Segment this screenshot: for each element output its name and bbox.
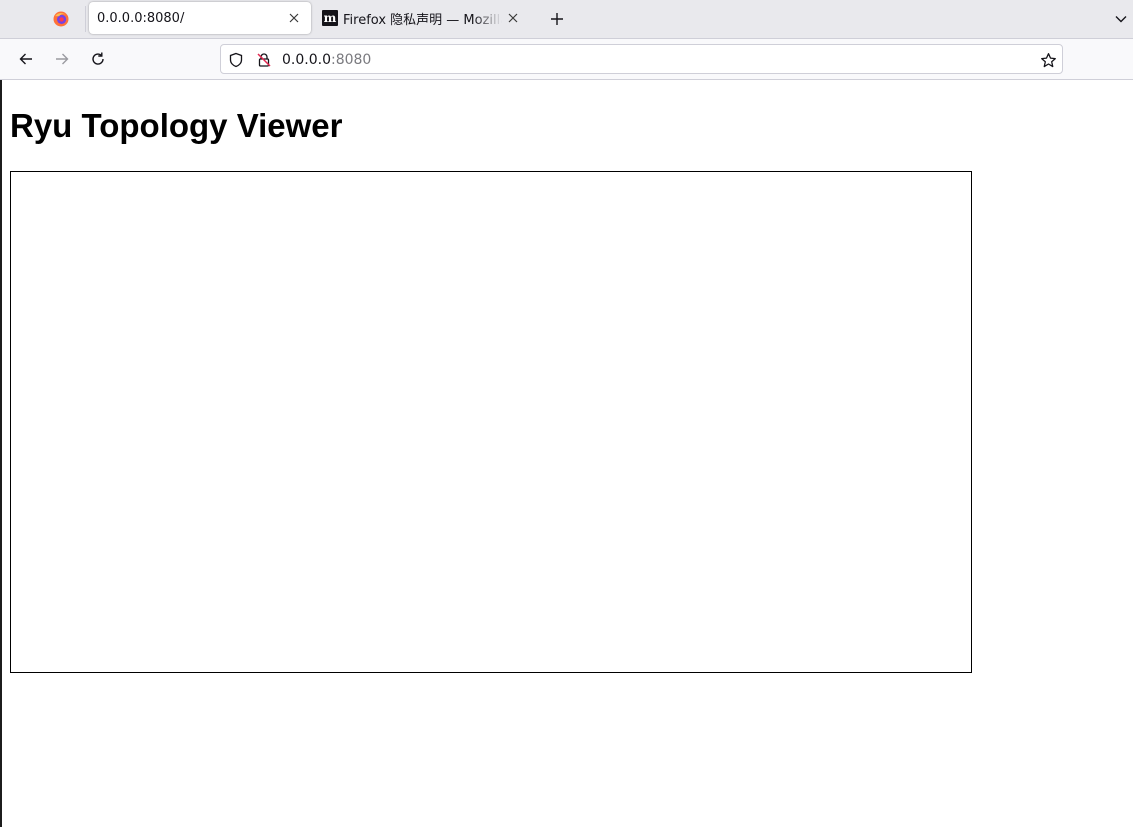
shield-icon[interactable] — [227, 51, 245, 69]
forward-arrow-icon — [54, 51, 70, 67]
close-icon[interactable] — [502, 7, 524, 29]
url-bar[interactable]: 0.0.0.0:8080 — [220, 44, 1063, 74]
insecure-lock-icon[interactable] — [255, 51, 273, 69]
browser-window: 0.0.0.0:8080/ m Firefox 隐私声明 — Mozilla 0… — [0, 0, 1133, 827]
chevron-down-icon — [1114, 12, 1128, 26]
url-text: 0.0.0.0:8080 — [282, 51, 371, 69]
firefox-view-button[interactable] — [40, 6, 82, 32]
url-port: :8080 — [330, 52, 372, 68]
forward-button[interactable] — [47, 45, 77, 73]
reload-icon — [90, 51, 106, 67]
back-button[interactable] — [11, 45, 41, 73]
tab-active[interactable]: 0.0.0.0:8080/ — [89, 2, 311, 34]
new-tab-button[interactable] — [543, 6, 571, 32]
nav-bar: 0.0.0.0:8080 — [0, 39, 1133, 80]
topology-canvas[interactable] — [10, 171, 972, 673]
back-arrow-icon — [18, 51, 34, 67]
star-icon[interactable] — [1039, 51, 1057, 69]
tab-strip: 0.0.0.0:8080/ m Firefox 隐私声明 — Mozilla — [0, 0, 1133, 39]
url-host: 0.0.0.0 — [282, 52, 331, 68]
plus-icon — [550, 12, 564, 26]
page-content: Ryu Topology Viewer — [0, 80, 1133, 827]
mozilla-favicon-icon: m — [322, 10, 338, 26]
tab-title: 0.0.0.0:8080/ — [97, 10, 185, 26]
tab-mozilla-privacy[interactable]: m Firefox 隐私声明 — Mozilla — [316, 2, 530, 34]
window-edge — [0, 80, 2, 827]
tab-separator — [85, 6, 86, 32]
tab-title: Firefox 隐私声明 — Mozilla — [343, 12, 502, 28]
firefox-logo-icon — [53, 11, 69, 27]
close-icon[interactable] — [283, 7, 305, 29]
reload-button[interactable] — [83, 45, 113, 73]
list-all-tabs-button[interactable] — [1110, 6, 1132, 32]
page-title: Ryu Topology Viewer — [10, 107, 343, 144]
